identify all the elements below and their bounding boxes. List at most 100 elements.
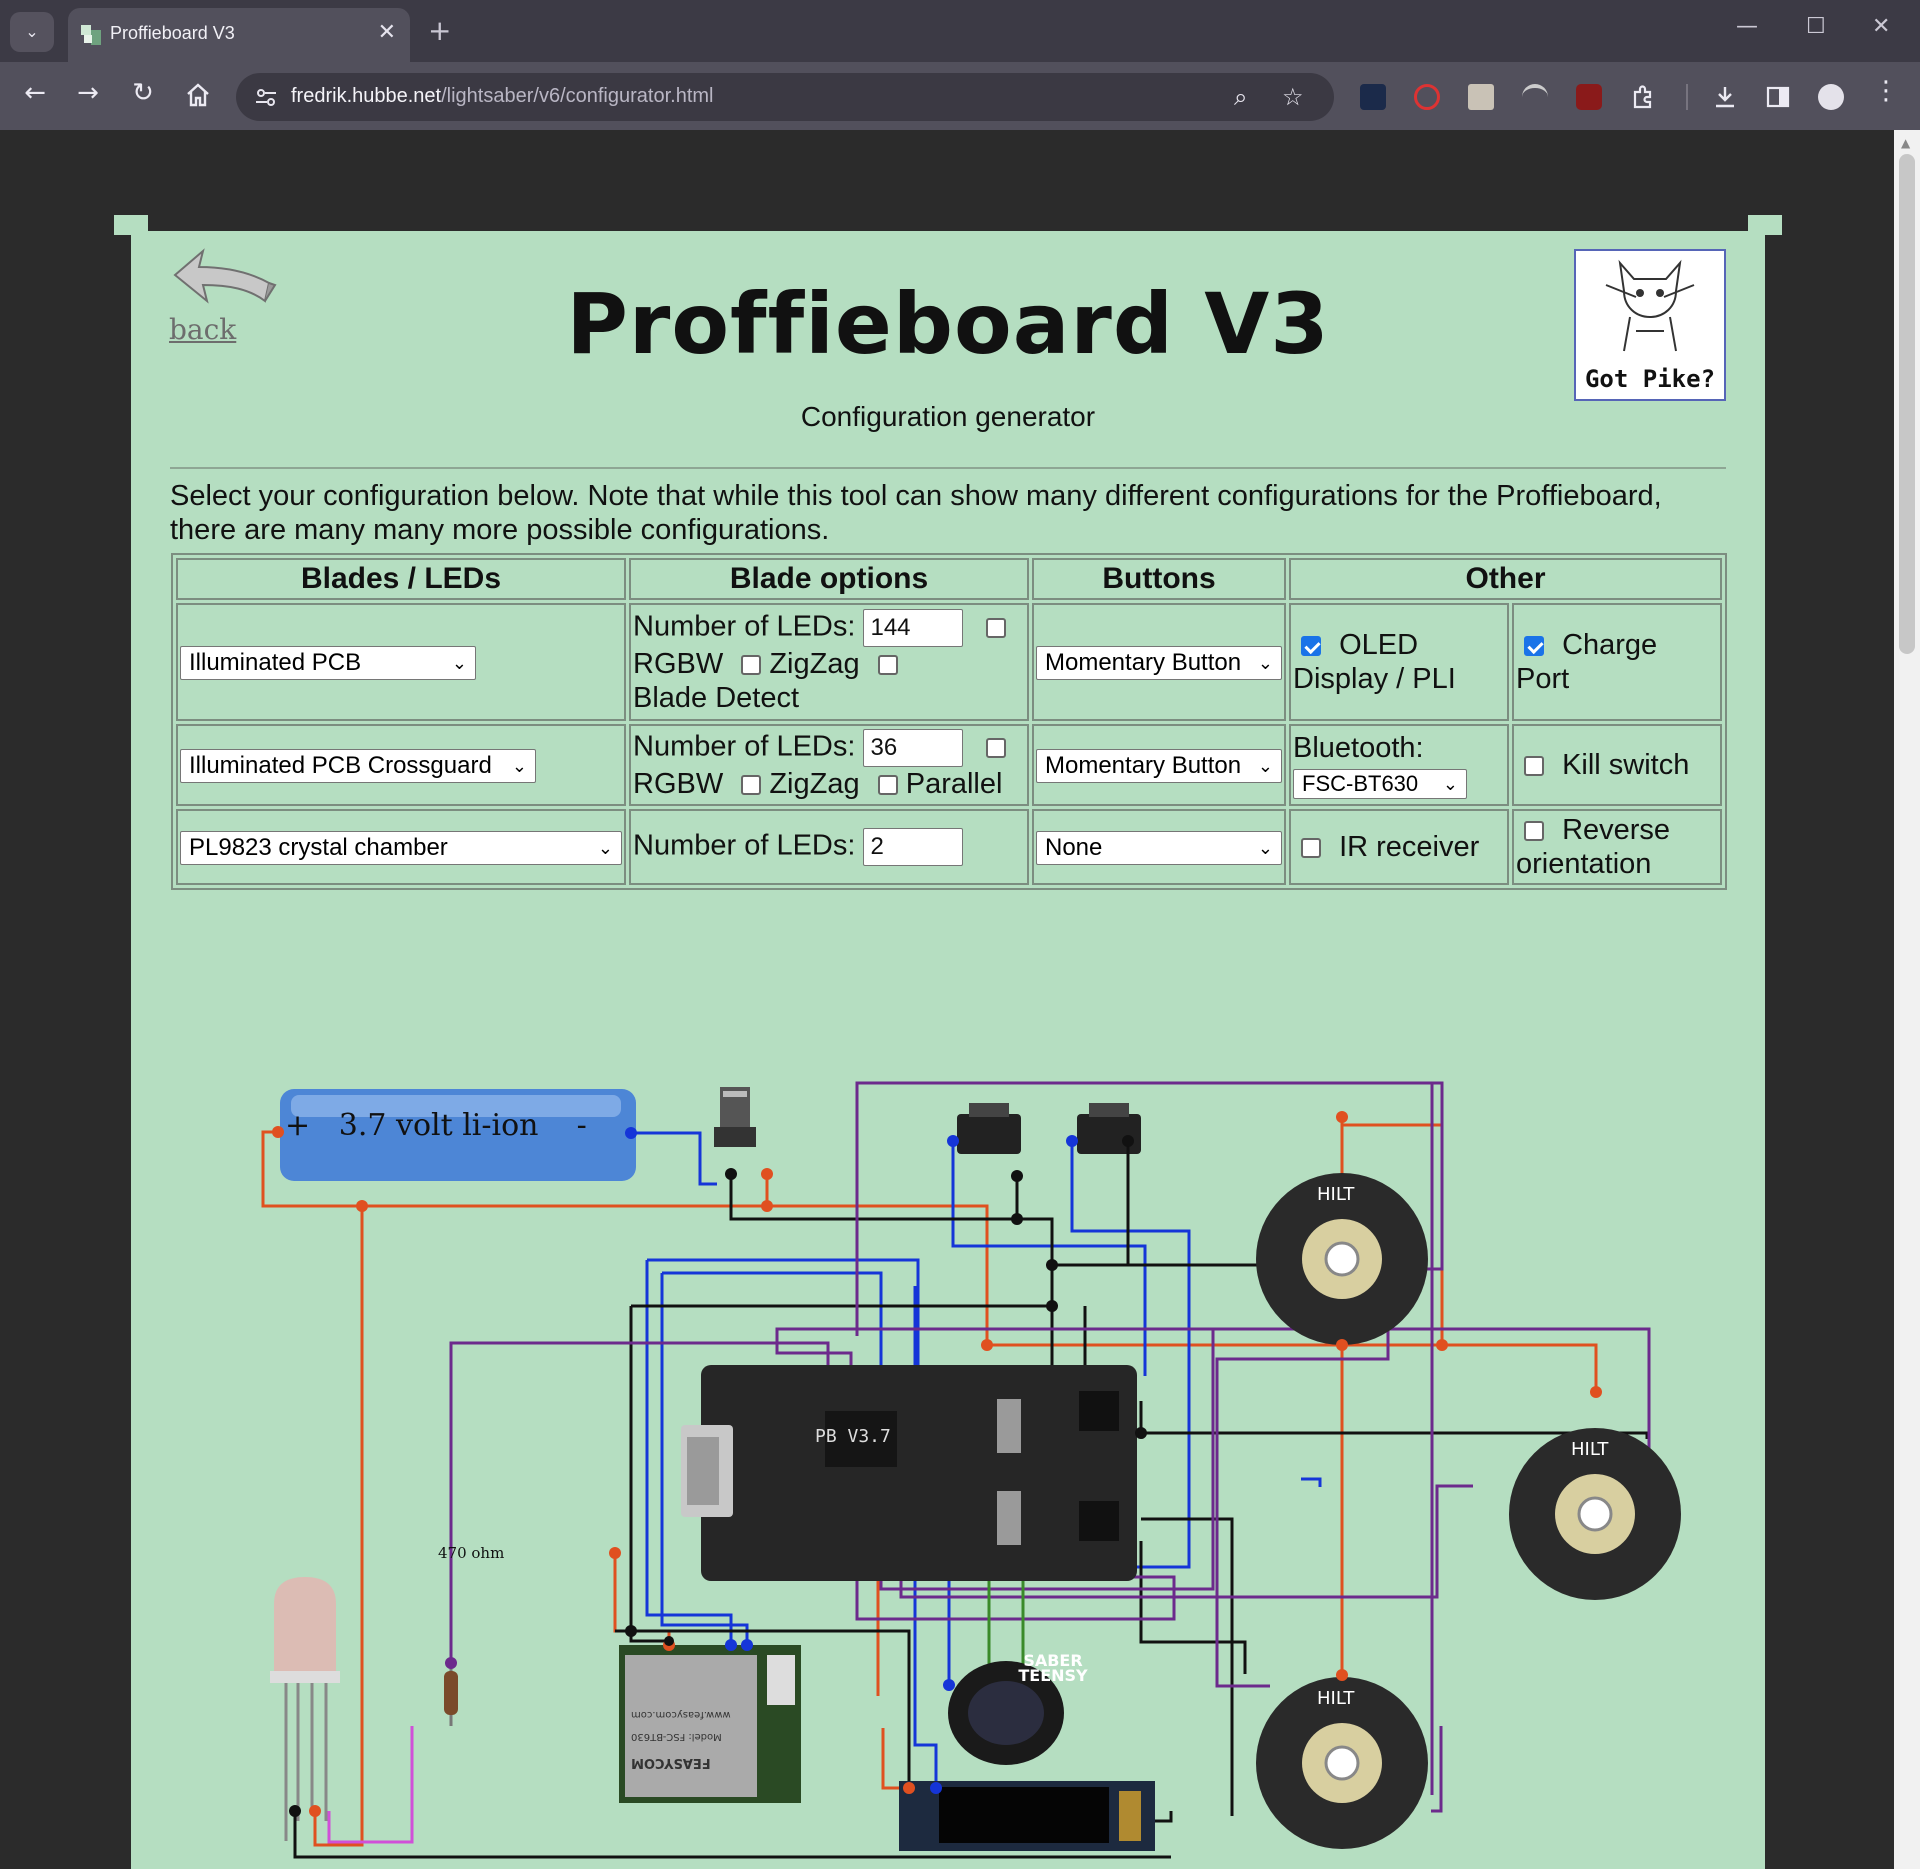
maximize-icon[interactable]: ☐ <box>1806 14 1826 39</box>
reload-icon[interactable]: ↻ <box>125 78 161 108</box>
board-label: PB V3.7 <box>815 1426 891 1447</box>
oled-checkbox[interactable] <box>1301 636 1321 657</box>
table-header-row: Blades / LEDs Blade options Buttons Othe… <box>176 558 1722 600</box>
cat-illustration-icon <box>1605 259 1695 352</box>
new-tab-button[interactable]: + <box>428 14 451 47</box>
reverse-orientation-checkbox[interactable] <box>1524 821 1544 842</box>
browser-menu-icon[interactable]: ⋮ <box>1868 76 1904 106</box>
back-nav-icon[interactable]: ← <box>17 78 53 108</box>
bookmark-star-icon[interactable]: ☆ <box>1282 83 1304 111</box>
bluetooth-module-icon <box>619 1645 801 1803</box>
extensions-puzzle-icon[interactable] <box>1630 84 1656 110</box>
header-blade-options: Blade options <box>629 558 1029 600</box>
address-bar[interactable]: fredrik.hubbe.net/lightsaber/v6/configur… <box>236 73 1334 121</box>
leds-label: Number of LEDs: <box>633 610 856 643</box>
extension-4-icon[interactable] <box>1522 84 1548 110</box>
browser-tab[interactable]: Proffieboard V3 ✕ <box>68 8 410 62</box>
tab-title: Proffieboard V3 <box>110 23 235 43</box>
bluetooth-label: Bluetooth: <box>1293 732 1424 764</box>
chevron-down-icon: ⌄ <box>1257 837 1273 858</box>
button-select[interactable]: None ⌄ <box>1036 830 1282 865</box>
hilt-label: HILT <box>1571 1439 1609 1460</box>
zoom-icon[interactable]: ⌕ <box>1234 83 1247 111</box>
site-settings-icon[interactable] <box>254 85 278 109</box>
zigzag-label: ZigZag <box>769 768 860 800</box>
leds-input[interactable]: 144 <box>863 609 964 647</box>
bluetooth-select[interactable]: FSC-BT630 ⌄ <box>1293 769 1467 799</box>
blade-select[interactable]: PL9823 crystal chamber ⌄ <box>180 830 622 865</box>
wiring-diagram: + 3.7 volt li-ion - 470 ohm PB V3.7 HILT… <box>131 991 1765 1869</box>
home-icon[interactable] <box>180 82 216 108</box>
other-cell: OLED Display / PLI <box>1289 603 1509 721</box>
other-cell: IR receiver <box>1289 809 1509 885</box>
leds-input[interactable]: 2 <box>863 828 964 866</box>
extension-1-icon[interactable] <box>1360 84 1386 110</box>
zigzag-checkbox[interactable] <box>741 775 762 796</box>
intro-text: Select your configuration below. Note th… <box>170 480 1662 546</box>
resistor-label: 470 ohm <box>438 1544 505 1562</box>
button-select[interactable]: Momentary Button ⌄ <box>1036 748 1282 783</box>
scroll-thumb[interactable] <box>1899 154 1915 654</box>
ublock-icon[interactable] <box>1576 84 1602 110</box>
blade-select[interactable]: Illuminated PCB ⌄ <box>180 645 476 680</box>
profile-avatar[interactable] <box>1818 84 1844 110</box>
toolbar-divider <box>1686 84 1688 110</box>
blade-detect-checkbox[interactable] <box>877 655 898 676</box>
button-cell: Momentary Button ⌄ <box>1032 724 1286 806</box>
button-select[interactable]: Momentary Button ⌄ <box>1036 645 1282 680</box>
charge-port-checkbox[interactable] <box>1524 636 1544 657</box>
ir-receiver-checkbox[interactable] <box>1301 838 1321 859</box>
blade-options-cell: Number of LEDs: 144 RGBW ZigZag Blade De… <box>629 603 1029 721</box>
blade-select[interactable]: Illuminated PCB Crossguard ⌄ <box>180 748 536 783</box>
ir-receiver-label: IR receiver <box>1339 831 1480 863</box>
tab-search-button[interactable]: ⌄ <box>10 12 54 52</box>
chevron-down-icon: ⌄ <box>511 755 527 776</box>
panel-notch <box>148 215 1748 231</box>
config-table: Blades / LEDs Blade options Buttons Othe… <box>171 553 1727 890</box>
badge-text: Got Pike? <box>1584 365 1716 393</box>
kill-switch-checkbox[interactable] <box>1524 756 1544 777</box>
content-panel: back Proffieboard V3 Configuration gener… <box>131 231 1765 1869</box>
battery-label: + 3.7 volt li-ion - <box>285 1108 587 1143</box>
minimize-icon[interactable]: — <box>1736 14 1758 39</box>
rgbw-checkbox[interactable] <box>985 618 1006 638</box>
rgbw-checkbox[interactable] <box>985 738 1006 758</box>
download-icon[interactable] <box>1712 84 1738 110</box>
extension-3-icon[interactable] <box>1468 84 1494 110</box>
other-cell: Kill switch <box>1512 724 1722 806</box>
leds-input[interactable]: 36 <box>863 729 964 767</box>
chevron-down-icon: ⌄ <box>1257 652 1273 673</box>
forward-nav-icon[interactable]: → <box>70 78 106 108</box>
header-other: Other <box>1289 558 1722 600</box>
scroll-up-icon[interactable]: ▲ <box>1901 136 1910 150</box>
url-text: fredrik.hubbe.net/lightsaber/v6/configur… <box>291 85 714 107</box>
site-favicon <box>81 25 101 45</box>
got-pike-badge[interactable]: Got Pike? <box>1574 249 1726 401</box>
rgbw-label: RGBW <box>633 648 724 680</box>
side-panel-icon[interactable] <box>1765 84 1791 110</box>
blade-detect-label: Blade Detect <box>633 682 800 714</box>
leds-label: Number of LEDs: <box>633 829 856 862</box>
leds-label: Number of LEDs: <box>633 730 856 763</box>
zigzag-checkbox[interactable] <box>741 655 762 676</box>
blade-options-cell: Number of LEDs: 36 RGBW ZigZag Parallel <box>629 724 1029 806</box>
proffieboard-icon <box>681 1365 1137 1581</box>
oled-label: SABER TEENSY <box>1018 1651 1088 1685</box>
parallel-checkbox[interactable] <box>877 775 898 796</box>
other-cell: Charge Port <box>1512 603 1722 721</box>
chevron-down-icon: ⌄ <box>1257 755 1273 776</box>
close-window-icon[interactable]: ✕ <box>1872 14 1890 39</box>
button-cell: None ⌄ <box>1032 809 1286 885</box>
close-tab-icon[interactable]: ✕ <box>378 20 396 45</box>
extension-2-icon[interactable] <box>1414 84 1440 110</box>
page-scrollbar[interactable]: ▲ <box>1894 130 1920 1869</box>
blade-cell: Illuminated PCB Crossguard ⌄ <box>176 724 626 806</box>
rgbw-label: RGBW <box>633 768 724 800</box>
header-blades: Blades / LEDs <box>176 558 626 600</box>
chevron-down-icon: ⌄ <box>1442 774 1458 794</box>
blade-options-cell: Number of LEDs: 2 <box>629 809 1029 885</box>
parallel-label: Parallel <box>905 768 1003 800</box>
blade-cell: PL9823 crystal chamber ⌄ <box>176 809 626 885</box>
browser-tab-bar: ⌄ Proffieboard V3 ✕ + — ☐ ✕ <box>0 0 1920 62</box>
bt-model: Model: FSC-BT630 <box>631 1731 722 1742</box>
